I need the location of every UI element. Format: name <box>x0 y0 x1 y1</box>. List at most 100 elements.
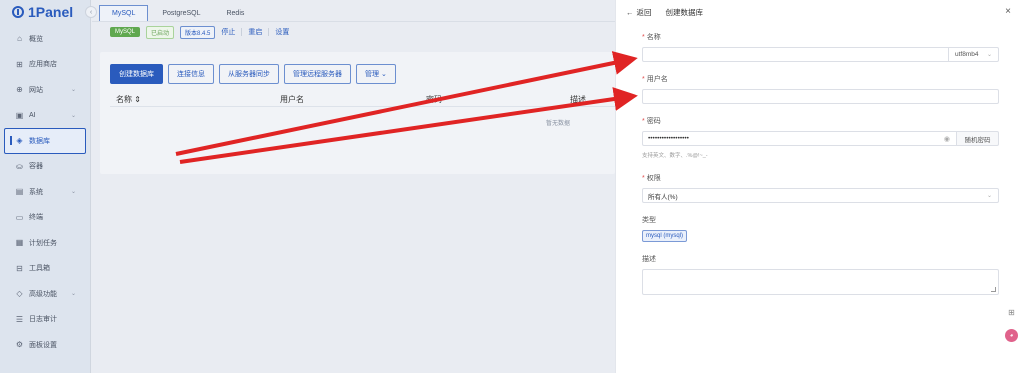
sidebar-item-label: 网站 <box>29 86 43 94</box>
database-panel: 创建数据库 连接信息 从服务器同步 管理远程服务器 管理 ⌄ 名称 ⇕ 用户名 … <box>100 52 615 174</box>
sidebar: 1Panel ⌂ 概览 ⊞ 应用商店 ⊕ 网站 ⌄ ▣ AI ⌄ ◈ 数据库 ⛀… <box>0 0 91 373</box>
description-textarea[interactable] <box>642 269 999 295</box>
app-name-badge: MySQL <box>110 27 141 37</box>
password-input[interactable]: •••••••••••••••••• ◉ <box>642 131 957 146</box>
column-header-password: 密码 <box>426 95 442 104</box>
log-icon: ☰ <box>15 314 24 324</box>
gear-icon: ⚙ <box>15 340 24 350</box>
diamond-icon: ◇ <box>16 289 23 299</box>
sidebar-item-database[interactable]: ◈ 数据库 <box>4 128 86 154</box>
password-group: •••••••••••••••••• ◉ 随机密码 <box>642 131 999 146</box>
password-hint: 支持英文、数字、.%@!~_- <box>642 153 708 159</box>
main-content: MySQL PostgreSQL Redis MySQL 已启动 版本8.4.5… <box>92 0 615 373</box>
brand-name: 1Panel <box>28 4 74 20</box>
sidebar-item-settings[interactable]: ⚙ 面板设置 <box>0 332 90 358</box>
username-label-text: 用户名 <box>646 76 668 83</box>
assistant-icon[interactable]: ◕ <box>1005 329 1018 342</box>
sidebar-item-system[interactable]: ▤ 系统 ⌄ <box>0 179 90 205</box>
sidebar-item-label: 面板设置 <box>29 341 57 349</box>
arrow-left-icon: ← <box>626 7 634 17</box>
sidebar-nav: ⌂ 概览 ⊞ 应用商店 ⊕ 网站 ⌄ ▣ AI ⌄ ◈ 数据库 ⛀ 容器 ▤ 系… <box>0 26 90 358</box>
sidebar-item-label: 计划任务 <box>29 239 57 247</box>
sidebar-item-label: 高级功能 <box>29 290 57 298</box>
empty-state-text: 暂无数据 <box>546 121 571 127</box>
create-database-drawer: ← 返回 创建数据库 × * 名称 utf8mb4 ⌄ * 用户名 * 密码 ••••… <box>615 0 1023 373</box>
chevron-down-icon: ⌄ <box>70 291 76 298</box>
manage-remote-button[interactable]: 管理远程服务器 <box>284 64 351 84</box>
version-badge: 版本8.4.5 <box>180 25 216 39</box>
column-header-username: 用户名 <box>280 95 304 104</box>
username-input[interactable] <box>642 89 999 104</box>
toolbar: 创建数据库 连接信息 从服务器同步 管理远程服务器 管理 ⌄ <box>100 52 615 84</box>
chevron-down-icon: ⌄ <box>986 52 992 58</box>
home-icon: ⌂ <box>17 34 22 44</box>
charset-value: utf8mb4 <box>955 51 979 58</box>
robot-icon: ▣ <box>15 110 24 120</box>
name-label-text: 名称 <box>646 34 661 41</box>
tab-redis[interactable]: Redis <box>214 6 256 21</box>
permission-label-text: 权限 <box>646 175 661 182</box>
database-icon: ◈ <box>16 136 23 146</box>
random-password-button[interactable]: 随机密码 <box>957 131 999 146</box>
type-tag: mysql (mysql) <box>642 230 687 242</box>
sidebar-item-app-store[interactable]: ⊞ 应用商店 <box>0 52 90 78</box>
permission-value: 所有人(%) <box>648 193 678 201</box>
sync-from-server-button[interactable]: 从服务器同步 <box>219 64 279 84</box>
sidebar-item-label: 应用商店 <box>29 61 57 69</box>
tab-postgresql[interactable]: PostgreSQL <box>150 6 212 21</box>
sidebar-item-overview[interactable]: ⌂ 概览 <box>0 26 90 52</box>
back-label: 返回 <box>636 7 652 17</box>
sidebar-item-ai[interactable]: ▣ AI ⌄ <box>0 103 90 129</box>
toolbox-icon: ⊟ <box>16 263 23 273</box>
sidebar-item-toolbox[interactable]: ⊟ 工具箱 <box>0 256 90 282</box>
password-label: * 密码 <box>642 118 661 125</box>
create-database-button[interactable]: 创建数据库 <box>110 64 163 84</box>
eye-icon[interactable]: ◉ <box>944 135 950 143</box>
calendar-icon: ▦ <box>15 238 24 248</box>
sidebar-item-terminal[interactable]: ▭ 终端 <box>0 205 90 231</box>
sidebar-item-label: 终端 <box>29 214 43 222</box>
sidebar-item-advanced[interactable]: ◇ 高级功能 ⌄ <box>0 281 90 307</box>
settings-button[interactable]: 设置 <box>275 27 289 37</box>
column-header-description: 描述 <box>570 95 586 104</box>
apps-grid-icon[interactable]: ⊞ <box>1006 306 1018 318</box>
system-icon: ▤ <box>15 187 24 197</box>
description-label: 描述 <box>642 256 656 263</box>
back-button[interactable]: ← 返回 <box>626 7 652 18</box>
sidebar-item-logs[interactable]: ☰ 日志审计 <box>0 307 90 333</box>
grid-icon: ⊞ <box>16 59 23 69</box>
tab-mysql[interactable]: MySQL <box>99 5 149 21</box>
password-label-text: 密码 <box>646 118 661 125</box>
manage-label: 管理 <box>365 71 379 78</box>
sidebar-item-cronjob[interactable]: ▦ 计划任务 <box>0 230 90 256</box>
connection-info-button[interactable]: 连接信息 <box>168 64 214 84</box>
brand[interactable]: 1Panel <box>0 0 90 24</box>
drawer-title: 创建数据库 <box>665 7 704 17</box>
username-label: * 用户名 <box>642 76 668 83</box>
chevron-down-icon: ⌄ <box>986 193 992 199</box>
sidebar-item-label: AI <box>29 111 36 119</box>
type-label: 类型 <box>642 217 656 224</box>
sidebar-item-container[interactable]: ⛀ 容器 <box>0 154 90 180</box>
terminal-icon: ▭ <box>15 212 24 222</box>
drawer-header: ← 返回 创建数据库 <box>616 0 1023 24</box>
chevron-down-icon: ⌄ <box>70 112 76 119</box>
charset-select[interactable]: utf8mb4 ⌄ <box>948 48 998 61</box>
close-icon[interactable]: × <box>1005 6 1011 17</box>
stop-button[interactable]: 停止 <box>221 27 235 37</box>
chevron-left-icon[interactable]: ‹ <box>85 6 97 18</box>
name-input[interactable]: utf8mb4 ⌄ <box>642 47 999 62</box>
globe-icon: ⊕ <box>16 85 23 95</box>
name-label: * 名称 <box>642 34 661 41</box>
sidebar-item-label: 日志审计 <box>29 316 57 324</box>
column-label: 名称 <box>116 95 132 104</box>
manage-dropdown-button[interactable]: 管理 ⌄ <box>356 64 396 84</box>
column-header-name[interactable]: 名称 ⇕ <box>116 94 141 105</box>
restart-button[interactable]: 重启 <box>248 27 262 37</box>
status-badge: 已启动 <box>146 25 175 39</box>
sidebar-item-website[interactable]: ⊕ 网站 ⌄ <box>0 77 90 103</box>
database-tabs: MySQL PostgreSQL Redis <box>92 0 615 22</box>
password-input-value: •••••••••••••••••• <box>648 135 689 142</box>
permission-select[interactable]: 所有人(%) ⌄ <box>642 188 999 203</box>
sidebar-item-label: 概览 <box>29 35 43 43</box>
